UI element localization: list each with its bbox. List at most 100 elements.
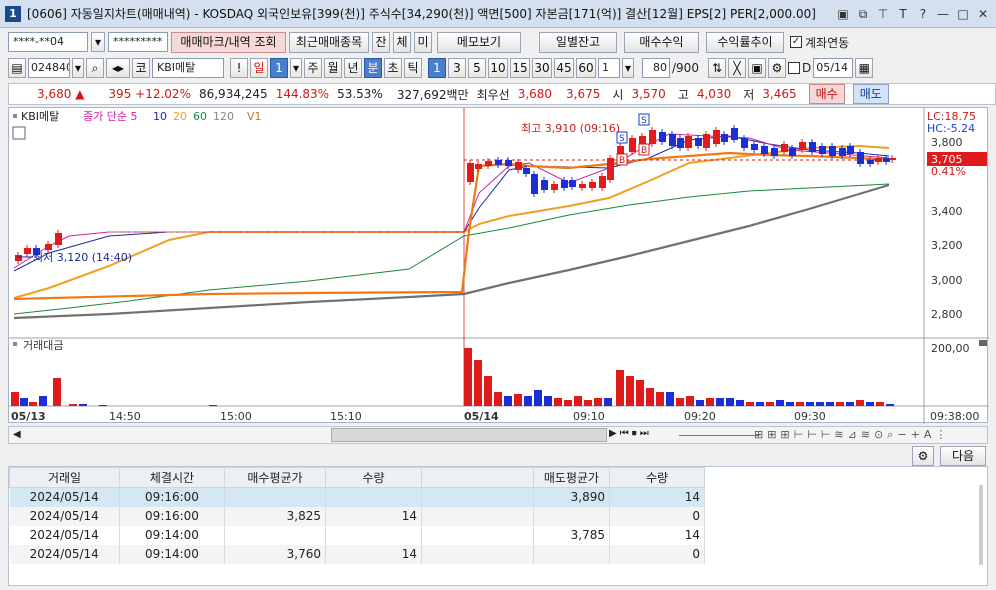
candle [695,138,702,146]
tab-pending[interactable]: 미 [414,31,432,53]
cross-tool-icon[interactable]: ╳ [728,58,746,78]
account-link-checkbox[interactable]: ✓ [790,36,802,48]
period-year-button[interactable]: 년 [344,58,362,78]
table-cell [533,506,610,526]
tab-executed[interactable]: 체 [393,31,411,53]
volume-bar [796,402,804,406]
account-dropdown-icon[interactable]: ▾ [91,32,105,52]
table-cell [224,525,326,545]
profit-trend-button[interactable]: 수익률추이 [706,31,784,53]
maximize-icon[interactable]: □ [954,5,972,23]
grid-icon[interactable] [12,126,26,140]
recent-trades-button[interactable]: 최근매매종목 [289,31,369,53]
settings-gear-icon[interactable]: ⚙ [768,58,786,78]
period-number[interactable]: 1 [270,58,288,78]
view-count-input[interactable]: 80 [642,58,670,78]
price-tick: 3,200 [931,239,963,252]
table-cell: 2024/05/14 [9,544,120,564]
interval-60[interactable]: 60 [576,58,596,78]
pin-icon[interactable]: ⊤ [874,5,892,23]
tab-balance[interactable]: 잔 [372,31,390,53]
period-dropdown-icon[interactable]: ▾ [290,58,302,78]
period-month-button[interactable]: 월 [324,58,342,78]
interval-45[interactable]: 45 [554,58,574,78]
font-icon[interactable]: T [894,5,912,23]
buy-button[interactable]: 매수 [808,84,845,104]
volume-bar [594,398,602,406]
date-input[interactable]: 05/14 [813,58,854,78]
password-input[interactable]: ********* [108,32,168,52]
candle [741,138,748,148]
price-chart[interactable]: KBI메탈 종가 단순 5 10 20 60 120 V1 3,800 3,40… [8,107,989,424]
interval-30[interactable]: 30 [532,58,552,78]
interval-1[interactable]: 1 [428,58,446,78]
table-cell: 2024/05/14 [9,506,120,526]
playback-controls-icon[interactable]: ▶⏮⏹⏭ [609,428,652,439]
time-tick: 14:50 [109,410,141,423]
low-annotation: 최저 3,120 (14:40) [33,251,132,264]
interval-10[interactable]: 10 [488,58,508,78]
candle [703,134,710,148]
candle [485,161,492,166]
search-icon[interactable]: ⌕ [86,58,104,78]
compare-icon[interactable]: ⇅ [708,58,726,78]
stock-code-input[interactable]: 024840 [28,58,70,78]
period-day-button[interactable]: 일 [250,58,268,78]
volume-bar [726,398,734,406]
calendar-icon[interactable]: ▦ [855,58,874,78]
candle [889,158,896,160]
table-row[interactable]: 2024/05/14 09:16:00 3,890 14 [9,487,705,507]
open-label: 시 [612,87,624,102]
account-input[interactable]: ****-**04 [8,32,88,52]
stock-name-field[interactable]: KBI메탈 [152,58,224,78]
candle [467,163,474,182]
sound-icon[interactable]: ◂▸ [106,58,130,78]
table-row[interactable]: 2024/05/14 09:16:00 3,825 14 0 [9,506,705,526]
chart-type-icon[interactable]: ▤ [8,58,26,78]
tile-icon[interactable]: ▣ [834,5,852,23]
buy-profit-button[interactable]: 매수수익 [624,31,699,53]
restore-icon[interactable]: ⧉ [854,5,872,23]
daily-balance-button[interactable]: 일별잔고 [539,31,617,53]
memo-button[interactable]: 메모보기 [437,31,521,53]
code-dropdown-icon[interactable]: ▾ [72,58,84,78]
period-minute-button[interactable]: 분 [364,58,382,78]
count-input[interactable]: 1 [598,58,620,78]
interval-15[interactable]: 15 [510,58,530,78]
market-label[interactable]: 코 [132,58,150,78]
save-icon[interactable]: ▣ [748,58,766,78]
volume-bar [209,405,217,406]
buy-marker-label: B [619,156,625,166]
hc-label: HC:-5.24 [927,122,975,135]
table-row[interactable]: 2024/05/14 09:14:00 3,760 14 0 [9,544,705,564]
volume-pane-close-icon[interactable] [979,340,987,346]
table-row[interactable]: 2024/05/14 09:14:00 3,785 14 [9,525,705,545]
minimize-icon[interactable]: — [934,5,952,23]
close-icon[interactable]: ✕ [974,5,992,23]
help-icon[interactable]: ? [914,5,932,23]
grid-settings-gear-icon[interactable]: ⚙ [912,446,934,466]
col-trade-date: 거래일 [9,467,120,488]
interval-5[interactable]: 5 [468,58,486,78]
candle [15,255,22,261]
volume-pane-label: 거래대금 [23,339,63,352]
period-week-button[interactable]: 주 [304,58,322,78]
scrollbar-thumb[interactable] [331,428,607,442]
sell-button[interactable]: 매도 [852,84,889,104]
window-title: [0606] 자동일지차트(매매내역) - KOSDAQ 외국인보유[399(천… [27,7,816,21]
price-tick: 3,800 [931,136,963,149]
trade-mark-button[interactable]: 매매마크/내역 조회 [171,31,286,53]
alert-icon[interactable]: ! [230,58,248,78]
interval-3[interactable]: 3 [448,58,466,78]
volume-bar [69,404,77,406]
table-scrollbar[interactable] [979,485,983,565]
scroll-left-icon[interactable]: ◀ [13,429,21,440]
zoom-slider[interactable] [679,435,759,436]
period-tick-button[interactable]: 틱 [404,58,422,78]
table-cell: 3,760 [224,544,326,564]
date-checkbox[interactable] [788,62,800,74]
drawing-tools-icon[interactable]: ⊞⊞⊞⊢⊢⊢≋⊿≋⊙⌕−+A⋮ [754,428,950,442]
next-button[interactable]: 다음 [940,446,986,466]
period-second-button[interactable]: 초 [384,58,402,78]
count-dropdown-icon[interactable]: ▾ [622,58,634,78]
